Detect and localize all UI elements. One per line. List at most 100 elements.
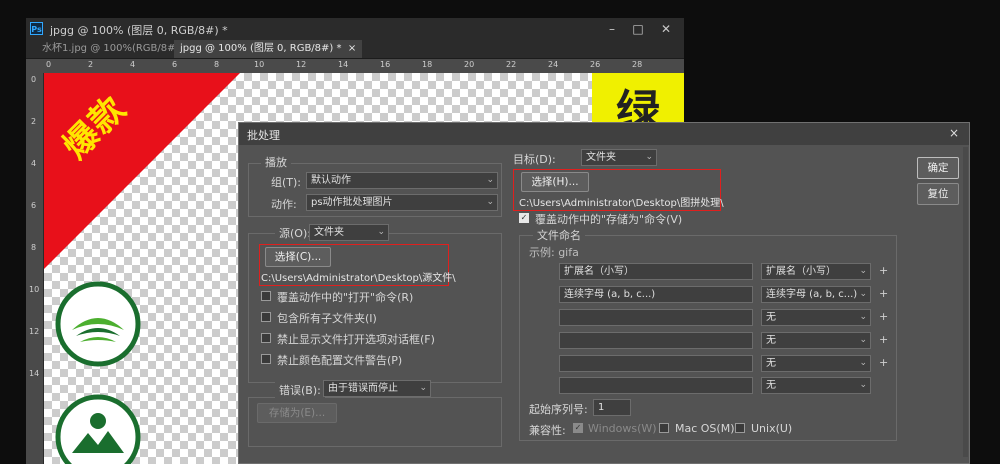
ruler-tick: 0	[46, 60, 52, 69]
suppress-color-warning-label: 禁止颜色配置文件警告(P)	[277, 354, 403, 367]
dialog-title-bar[interactable]: 批处理 ×	[239, 123, 969, 145]
ruler-tick: 12	[296, 60, 307, 69]
save-as-button[interactable]: 存储为(E)...	[257, 403, 337, 423]
ok-button[interactable]: 确定	[917, 157, 959, 179]
document-title-bar[interactable]: Ps jpgg @ 100% (图层 0, RGB/8#) * – □ ✕	[26, 18, 684, 40]
errors-value: 由于错误而停止	[328, 383, 398, 394]
add-row-icon[interactable]: +	[879, 264, 888, 277]
errors-select[interactable]: 由于错误而停止 ⌄	[323, 380, 431, 397]
suppress-open-dialog-label: 禁止显示文件打开选项对话框(F)	[277, 333, 435, 346]
destination-choose-button[interactable]: 选择(H)...	[521, 172, 589, 192]
chevron-down-icon: ⌄	[486, 197, 494, 207]
chevron-down-icon: ⌄	[859, 335, 867, 345]
chevron-down-icon: ⌄	[859, 312, 867, 322]
ruler-tick: 20	[464, 60, 475, 69]
play-legend: 播放	[261, 154, 291, 170]
start-serial-label: 起始序列号:	[529, 403, 588, 416]
naming-select-4[interactable]: 无 ⌄	[761, 332, 871, 349]
naming-field-5[interactable]	[559, 355, 753, 372]
add-row-icon[interactable]: +	[879, 310, 888, 323]
red-corner-banner	[44, 73, 240, 269]
naming-select-value: 无	[766, 335, 776, 346]
naming-field-4[interactable]	[559, 332, 753, 349]
macos-label: Mac OS(M)	[675, 422, 735, 435]
batch-dialog: 批处理 × 播放 组(T): 默认动作 ⌄ 动作: ps动作批处理图片 ⌄ 源(O)…	[238, 122, 970, 464]
destination-select[interactable]: 文件夹 ⌄	[581, 149, 657, 166]
ruler-tick: 6	[172, 60, 178, 69]
include-subfolders-checkbox[interactable]	[261, 312, 271, 322]
naming-select-value: 无	[766, 358, 776, 369]
windows-label: Windows(W)	[588, 422, 657, 435]
naming-select-2[interactable]: 连续字母 (a, b, c...) ⌄	[761, 286, 871, 303]
destination-value: 文件夹	[586, 152, 616, 163]
action-label: 动作:	[271, 198, 297, 211]
horizontal-ruler: 0 2 4 6 8 10 12 14 16 18 20 22 24 26 28	[26, 59, 684, 74]
add-row-icon[interactable]: +	[879, 356, 888, 369]
dialog-scrollbar[interactable]	[963, 147, 968, 457]
unix-checkbox[interactable]	[735, 423, 745, 433]
override-save-label: 覆盖动作中的"存储为"命令(V)	[535, 213, 683, 226]
source-choose-button[interactable]: 选择(C)...	[265, 247, 331, 267]
add-row-icon[interactable]: +	[879, 333, 888, 346]
ruler-tick: 0	[31, 75, 37, 84]
ruler-tick: 10	[29, 285, 40, 294]
chevron-down-icon: ⌄	[419, 383, 427, 393]
include-subfolders-label: 包含所有子文件夹(I)	[277, 312, 377, 325]
tab-shuibei[interactable]: 水杯1.jpg @ 100%(RGB/8#)	[36, 40, 185, 58]
ruler-tick: 18	[422, 60, 433, 69]
zhb-environmental-logo	[55, 394, 141, 464]
tab-jpgg[interactable]: jpgg @ 100% (图层 0, RGB/8#) * ×	[174, 40, 363, 58]
errors-label: 错误(B):	[275, 382, 325, 398]
action-value: ps动作批处理图片	[311, 197, 393, 208]
source-path: C:\Users\Administrator\Desktop\源文件\	[261, 273, 456, 284]
naming-select-value: 无	[766, 380, 776, 391]
ruler-tick: 24	[548, 60, 559, 69]
add-row-icon[interactable]: +	[879, 287, 888, 300]
destination-path: C:\Users\Administrator\Desktop\图拼处理\	[519, 198, 724, 209]
start-serial-input[interactable]: 1	[593, 399, 631, 416]
naming-field-2[interactable]: 连续字母 (a, b, c...)	[559, 286, 753, 303]
ruler-tick: 8	[214, 60, 220, 69]
suppress-color-warning-checkbox[interactable]	[261, 354, 271, 364]
naming-select-1[interactable]: 扩展名（小写） ⌄	[761, 263, 871, 280]
naming-select-value: 扩展名（小写）	[766, 266, 836, 277]
action-select[interactable]: ps动作批处理图片 ⌄	[306, 194, 498, 211]
naming-field-6[interactable]	[559, 377, 753, 394]
source-value: 文件夹	[314, 227, 344, 238]
ruler-tick: 10	[254, 60, 265, 69]
naming-select-6[interactable]: 无 ⌄	[761, 377, 871, 394]
override-open-label: 覆盖动作中的"打开"命令(R)	[277, 291, 414, 304]
ruler-tick: 14	[29, 369, 40, 378]
group-value: 默认动作	[311, 175, 351, 186]
naming-select-value: 连续字母 (a, b, c...)	[766, 289, 858, 300]
override-open-checkbox[interactable]	[261, 291, 271, 301]
close-window-icon[interactable]: ✕	[658, 21, 674, 37]
source-select[interactable]: 文件夹 ⌄	[309, 224, 389, 241]
macos-checkbox[interactable]	[659, 423, 669, 433]
unix-label: Unix(U)	[751, 422, 793, 435]
naming-select-3[interactable]: 无 ⌄	[761, 309, 871, 326]
dialog-title: 批处理	[247, 129, 280, 142]
ruler-tick: 16	[380, 60, 391, 69]
chevron-down-icon: ⌄	[859, 358, 867, 368]
maximize-icon[interactable]: □	[630, 21, 646, 37]
reset-button[interactable]: 复位	[917, 183, 959, 205]
photoshop-logo-icon: Ps	[30, 22, 43, 35]
ruler-tick: 14	[338, 60, 349, 69]
chevron-down-icon: ⌄	[645, 152, 653, 162]
naming-select-5[interactable]: 无 ⌄	[761, 355, 871, 372]
close-tab-icon[interactable]: ×	[348, 43, 356, 54]
ruler-tick: 2	[31, 117, 37, 126]
naming-field-1[interactable]: 扩展名（小写）	[559, 263, 753, 280]
windows-checkbox[interactable]: ✓	[573, 423, 583, 433]
group-select[interactable]: 默认动作 ⌄	[306, 172, 498, 189]
ruler-tick: 28	[632, 60, 643, 69]
override-save-checkbox[interactable]: ✓	[519, 213, 529, 223]
ruler-tick: 8	[31, 243, 37, 252]
ruler-tick: 2	[88, 60, 94, 69]
naming-field-3[interactable]	[559, 309, 753, 326]
minimize-icon[interactable]: –	[604, 21, 620, 37]
suppress-open-dialog-checkbox[interactable]	[261, 333, 271, 343]
close-icon[interactable]: ×	[941, 125, 967, 141]
document-tabs: 水杯1.jpg @ 100%(RGB/8#) jpgg @ 100% (图层 0…	[26, 40, 684, 59]
